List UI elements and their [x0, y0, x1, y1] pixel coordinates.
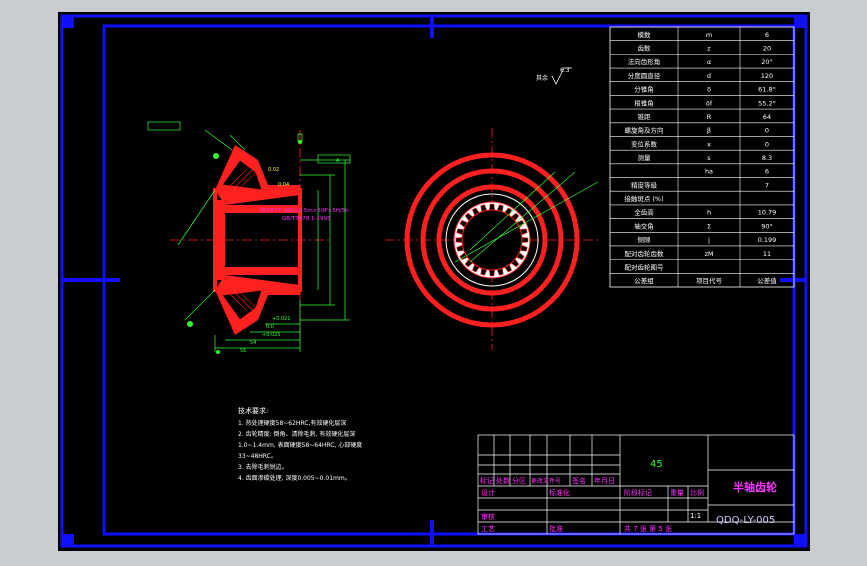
dim-bottom-3: +0.025 — [262, 332, 281, 338]
tb-label-zone: 分区 — [512, 476, 526, 485]
tb-label-count: 处数 — [496, 476, 510, 485]
param-name: 侧隙 — [638, 235, 652, 244]
tb-weight: 重量 — [670, 489, 684, 497]
dim-bottom-4: 54 — [250, 340, 256, 346]
param-name: 配对齿轮齿数 — [625, 249, 665, 258]
datum-label: A — [336, 158, 340, 164]
param-value: 0.199 — [758, 236, 777, 244]
tech-note-4: 33~48HRC。 — [238, 453, 277, 460]
tb-label-date: 年月日 — [594, 476, 615, 485]
tech-note-3: 1.0~1.4mm, 表面硬度58~64HRC, 心部硬度 — [238, 441, 362, 449]
tech-note-5: 3. 去除毛刺锐边。 — [238, 463, 288, 471]
param-value: 6 — [765, 31, 769, 39]
tb-label-mark: 标记 — [480, 476, 494, 485]
param-symbol: 项目代号 — [696, 276, 723, 285]
cad-viewport[interactable]: 模数 m 6 齿数 z 20 法向齿形角 α 20° 分度圆直径 d 120 分锥角 δ 61.8° 根锥角 δ… — [0, 0, 867, 562]
tb-standard: 标准化 — [549, 488, 570, 497]
param-symbol: h — [707, 209, 711, 217]
param-value: 0 — [765, 140, 769, 148]
dim-bottom-1: +0.021 — [272, 316, 291, 322]
param-value: 20° — [761, 58, 773, 66]
spline-tooth — [488, 203, 496, 211]
tb-scale-value: 1:1 — [690, 512, 701, 520]
tb-stage-mark: 阶段标记 — [624, 488, 652, 497]
spline-tooth — [455, 236, 463, 244]
dim-bottom-2: 0.0 — [266, 324, 274, 330]
dim-top-2: 0.04 — [278, 182, 289, 188]
param-value: 公差值 — [757, 276, 777, 285]
param-symbol: α — [707, 58, 711, 66]
param-value: 61.8° — [758, 86, 776, 94]
param-symbol: zM — [704, 250, 713, 258]
tb-part-title: 半轴齿轮 — [733, 480, 777, 494]
param-name: 分锥角 — [634, 85, 654, 94]
tb-sheet-text: 共 7 张 第 5 张 — [624, 524, 672, 533]
param-name: 齿数 — [638, 44, 652, 53]
param-value: 64 — [763, 113, 771, 121]
tb-drawing-number: QDQ-LY-005 — [716, 515, 775, 526]
param-name: 公差组 — [634, 276, 654, 285]
param-name: 法向齿形角 — [628, 57, 661, 66]
param-value: 10.79 — [758, 209, 777, 217]
spline-spec-text: INT/EXT 18Z×2.5m×30P×5H/5h — [260, 208, 349, 214]
tb-process: 工艺 — [481, 525, 495, 533]
param-name: 配对齿轮图号 — [625, 262, 665, 271]
param-value: 90° — [761, 222, 773, 230]
param-value: 20 — [763, 45, 771, 53]
tech-note-6: 4. 齿面渗碳处理, 深度0.005~0.01mm。 — [238, 474, 351, 482]
param-symbol: R — [707, 113, 712, 121]
param-value: 8.3 — [762, 154, 772, 162]
param-name: 全齿高 — [634, 208, 654, 217]
param-value: 11 — [763, 250, 771, 258]
roughness-rest-label: 其余 — [536, 74, 548, 82]
tb-designer: 设计 — [481, 488, 495, 497]
param-symbol: δ — [707, 86, 711, 94]
param-name: 模数 — [638, 30, 652, 39]
param-symbol: Σ — [707, 222, 711, 230]
spline-tooth — [488, 269, 496, 277]
tb-label-change-doc: 更改文件号 — [531, 477, 561, 485]
param-value: 7 — [765, 181, 769, 189]
tb-ratio: 比例 — [690, 488, 704, 497]
spline-std-text: GB/T3478.1-1995 — [282, 216, 331, 222]
param-symbol: β — [707, 127, 711, 135]
tb-material: 45 — [650, 459, 663, 470]
param-symbol: m — [706, 31, 712, 39]
param-name: 螺旋角及方向 — [625, 126, 664, 135]
param-name: 轴交角 — [634, 221, 654, 230]
tech-note-2: 2. 齿轮精度: 倒角、清除毛刺, 有效硬化层深 — [238, 430, 355, 438]
drawing-canvas[interactable]: 模数 m 6 齿数 z 20 法向齿形角 α 20° 分度圆直径 d 120 分锥角 δ 61.8° 根锥角 δ… — [0, 0, 867, 562]
tb-review: 审核 — [481, 512, 495, 521]
param-symbol: ha — [705, 168, 713, 176]
param-value: 55.2° — [758, 99, 776, 107]
param-symbol: d — [707, 72, 711, 80]
dim-bottom-5: 56 — [240, 348, 246, 354]
param-symbol: x — [707, 140, 711, 148]
roughness-value: 6.3 — [560, 67, 570, 74]
param-name: 精度等级 — [631, 180, 658, 189]
param-value: 0 — [765, 127, 769, 135]
param-symbol: j — [707, 236, 710, 244]
dim-top-1: 0.02 — [268, 167, 279, 173]
tb-approve: 批准 — [549, 524, 563, 533]
tech-notes-heading: 技术要求: — [238, 406, 268, 415]
param-value: 120 — [761, 72, 773, 80]
param-name: 锥距 — [638, 112, 652, 121]
param-value: 6 — [765, 168, 769, 176]
param-symbol: z — [707, 45, 711, 53]
param-name: 分度圆直径 — [628, 71, 661, 80]
param-symbol: δf — [706, 99, 713, 107]
param-name: 根锥角 — [634, 98, 654, 107]
tb-label-sign: 签名 — [572, 476, 586, 485]
tech-note-1: 1. 热处理硬度58~62HRC,有效硬化层深 — [238, 419, 346, 427]
param-name: 变位系数 — [631, 139, 658, 148]
param-name: 测量 — [638, 154, 652, 162]
param-name: 接触斑点 (%) — [624, 194, 663, 203]
spline-tooth — [521, 236, 529, 244]
